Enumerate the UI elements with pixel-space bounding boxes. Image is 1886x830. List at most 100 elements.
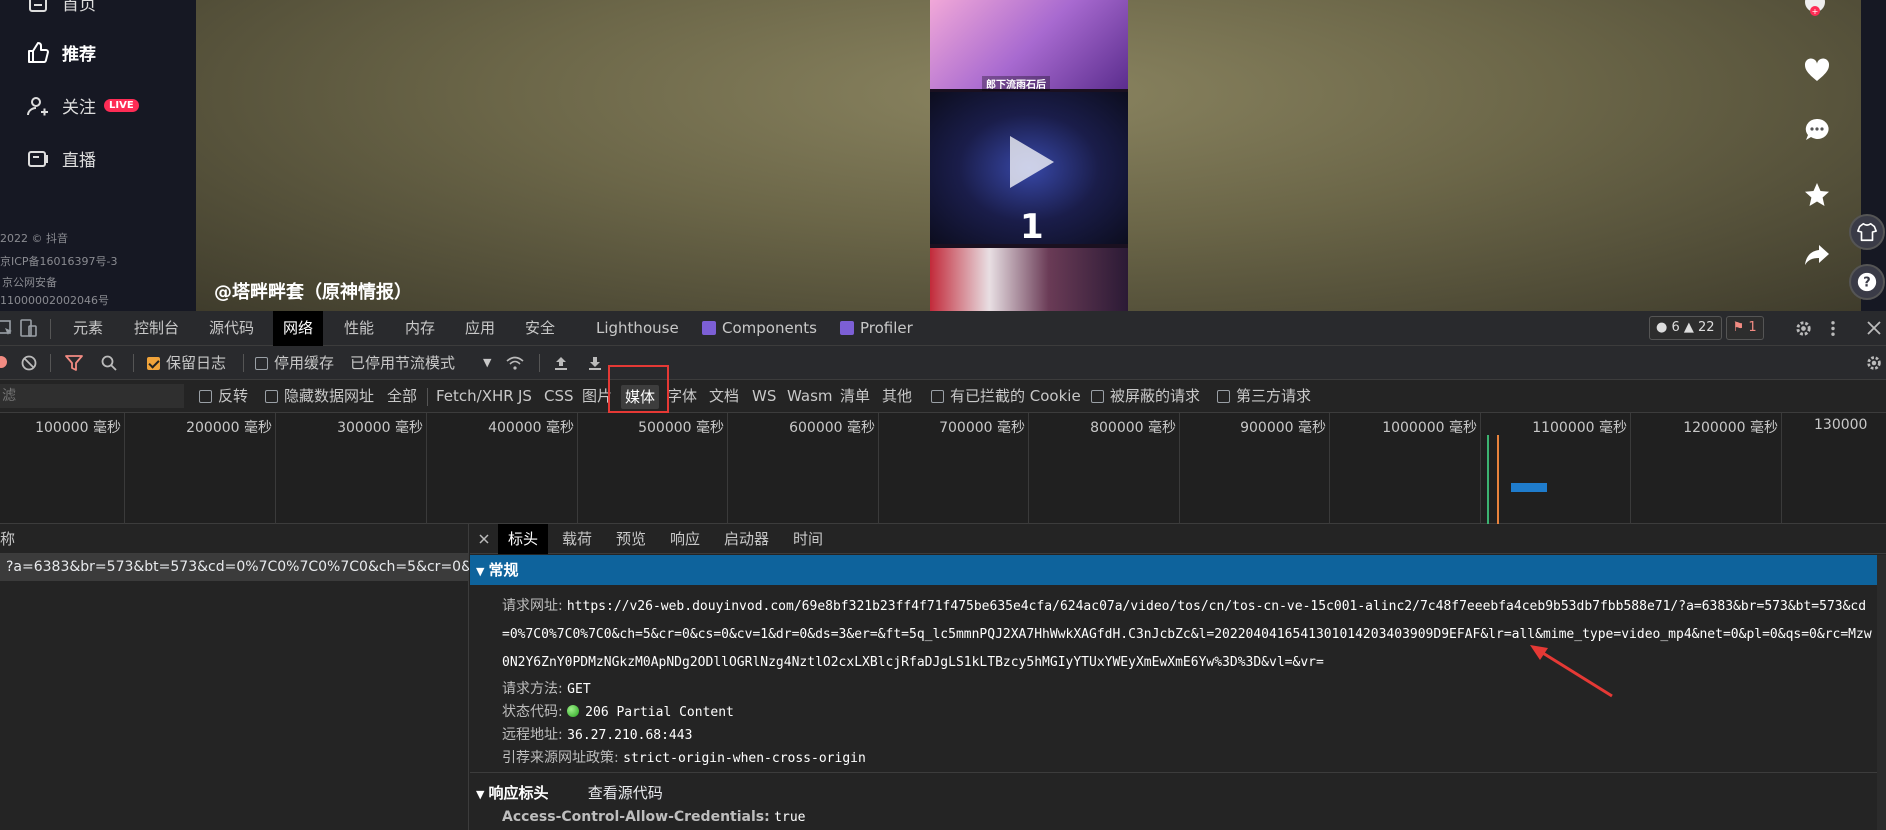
tab-elements[interactable]: 元素 <box>63 311 113 346</box>
thumbnail-2[interactable]: 1 <box>930 92 1128 247</box>
shirt-icon <box>1857 222 1877 242</box>
share-button[interactable] <box>1799 237 1835 273</box>
tab-timing[interactable]: 时间 <box>783 524 833 554</box>
filter-funnel-icon[interactable] <box>65 355 83 371</box>
request-url-value[interactable]: https://v26-web.douyinvod.com/69e8bf321b… <box>502 599 1872 670</box>
tab-response[interactable]: 响应 <box>660 524 710 554</box>
timeline-tick: 1100000 毫秒 <box>1481 413 1631 524</box>
network-settings-gear-icon[interactable] <box>1865 354 1883 372</box>
play-icon[interactable] <box>1002 132 1058 192</box>
thumbnail-number: 1 <box>1020 207 1044 247</box>
blocked-requests-checkbox[interactable]: 被屏蔽的请求 <box>1091 380 1200 413</box>
comment-button[interactable] <box>1799 112 1835 148</box>
sidebar-item-live[interactable]: 直播 <box>26 146 96 171</box>
sidebar-item-label: 关注 <box>62 98 96 118</box>
filter-type-other[interactable]: 其他 <box>882 380 912 413</box>
timeline-load-marker <box>1497 435 1499 524</box>
disable-cache-checkbox[interactable]: 停用缓存 <box>255 346 334 380</box>
network-toolbar: 保留日志 停用缓存 已停用节流模式 ▼ <box>0 346 1886 380</box>
avatar-follow-button[interactable]: + <box>1797 0 1833 28</box>
tab-performance[interactable]: 性能 <box>334 311 384 346</box>
third-party-checkbox[interactable]: 第三方请求 <box>1217 380 1311 413</box>
favorite-button[interactable] <box>1799 177 1835 213</box>
timeline-tick: 400000 毫秒 <box>427 413 578 524</box>
record-icon[interactable] <box>0 355 8 369</box>
filter-type-wasm[interactable]: Wasm <box>787 380 833 413</box>
tab-payload[interactable]: 载荷 <box>552 524 602 554</box>
close-detail-icon[interactable] <box>479 534 489 544</box>
sidebar-item-recommend[interactable]: 推荐 <box>26 40 96 65</box>
video-title[interactable]: @塔畔畔套（原神情报） <box>214 278 412 304</box>
sidebar-item-label: 首页 <box>62 0 96 15</box>
footer-icp[interactable]: 京ICP备16016397号-3 <box>0 253 118 269</box>
svg-text:+: + <box>1812 7 1819 16</box>
error-counter[interactable]: ⚑ 1 <box>1725 316 1764 340</box>
filter-type-css[interactable]: CSS <box>544 380 574 413</box>
tab-network[interactable]: 网络 <box>273 311 324 346</box>
sidebar-item-home[interactable]: 首页 <box>26 0 96 15</box>
upload-icon[interactable] <box>553 355 569 371</box>
tab-security[interactable]: 安全 <box>515 311 565 346</box>
tv-icon <box>28 150 48 167</box>
filter-type-js[interactable]: JS <box>518 380 532 413</box>
hide-data-urls-checkbox[interactable]: 隐藏数据网址 <box>265 380 374 413</box>
throttling-select[interactable]: 已停用节流模式 ▼ <box>350 346 491 380</box>
request-list-header[interactable]: 称 <box>0 524 469 554</box>
thumbs-up-icon <box>28 41 49 63</box>
thumbnail-3[interactable] <box>930 248 1128 311</box>
tab-application[interactable]: 应用 <box>455 311 505 346</box>
filter-type-font[interactable]: 字体 <box>667 380 697 413</box>
response-headers-section-header[interactable]: ▼ 响应标头 查看源代码 <box>470 778 1880 808</box>
issue-counters[interactable]: ● 6 ▲ 22 ⚑ 1 <box>1649 316 1764 340</box>
sidebar-item-follow[interactable]: 关注 LIVE <box>26 93 139 118</box>
filter-type-manifest[interactable]: 清单 <box>840 380 870 413</box>
timeline-tick: 300000 毫秒 <box>276 413 427 524</box>
preserve-log-checkbox[interactable]: 保留日志 <box>147 346 226 380</box>
info-counter[interactable]: ● 6 ▲ 22 <box>1649 316 1722 340</box>
tab-components[interactable]: Components <box>692 311 827 346</box>
request-url-label: 请求网址: <box>502 598 563 614</box>
view-source-link[interactable]: 查看源代码 <box>588 784 663 802</box>
invert-checkbox[interactable]: 反转 <box>199 380 248 413</box>
filter-type-ws[interactable]: WS <box>752 380 776 413</box>
tab-preview[interactable]: 预览 <box>606 524 656 554</box>
more-menu-icon[interactable] <box>1829 319 1837 338</box>
network-conditions-icon[interactable] <box>505 355 525 371</box>
clear-icon[interactable] <box>21 355 37 371</box>
svg-text:?: ? <box>1863 276 1870 291</box>
checkbox-unchecked <box>1091 390 1104 403</box>
devtools-panel: 元素 控制台 源代码 网络 性能 内存 应用 安全 Lighthouse Com… <box>0 311 1886 830</box>
live-badge: LIVE <box>104 99 139 112</box>
filter-input[interactable] <box>0 384 184 408</box>
search-icon[interactable] <box>101 355 117 371</box>
sidebar-item-label: 推荐 <box>62 45 96 65</box>
filter-type-fetch-xhr[interactable]: Fetch/XHR <box>436 380 514 413</box>
tab-lighthouse[interactable]: Lighthouse <box>586 311 689 346</box>
inspect-icon[interactable] <box>0 319 14 337</box>
user-plus-icon <box>27 96 48 115</box>
tab-memory[interactable]: 内存 <box>395 311 445 346</box>
tab-console[interactable]: 控制台 <box>124 311 189 346</box>
timeline-tick: 100000 毫秒 <box>0 413 125 524</box>
checkbox-unchecked <box>1217 390 1230 403</box>
detail-scrollbar[interactable] <box>1877 555 1886 830</box>
download-icon[interactable] <box>587 355 603 371</box>
help-button[interactable]: ? <box>1849 264 1885 300</box>
clothes-button[interactable] <box>1849 214 1885 250</box>
close-devtools-icon[interactable] <box>1866 320 1882 336</box>
thumbnail-1[interactable]: 郎下流雨石后 <box>930 0 1128 91</box>
tab-profiler[interactable]: Profiler <box>830 311 923 346</box>
tab-headers[interactable]: 标头 <box>498 524 549 554</box>
general-section-header[interactable]: ▼ 常规 <box>470 555 1880 585</box>
filter-type-all[interactable]: 全部 <box>387 380 417 413</box>
tab-initiator[interactable]: 启动器 <box>714 524 779 554</box>
filter-type-doc[interactable]: 文档 <box>709 380 739 413</box>
footer-police[interactable]: 京公网安备 <box>2 274 57 290</box>
request-row[interactable]: ?a=6383&br=573&bt=573&cd=0%7C0%7C0%7C0&c… <box>0 554 469 581</box>
blocked-cookies-checkbox[interactable]: 有已拦截的 Cookie <box>931 380 1081 413</box>
network-timeline-overview[interactable]: 100000 毫秒 200000 毫秒 300000 毫秒 400000 毫秒 … <box>0 413 1886 524</box>
tab-sources[interactable]: 源代码 <box>199 311 264 346</box>
like-button[interactable] <box>1799 52 1835 88</box>
settings-gear-icon[interactable] <box>1794 319 1813 338</box>
device-toolbar-icon[interactable] <box>18 318 38 338</box>
